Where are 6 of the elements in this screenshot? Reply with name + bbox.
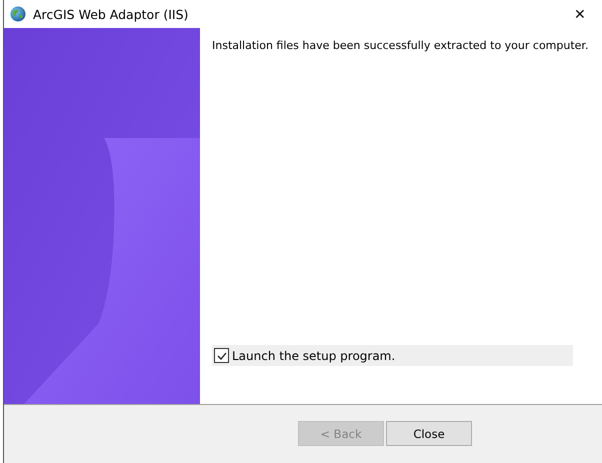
launch-checkbox[interactable]: Launch the setup program. [212,345,573,366]
message-text: Installation files have been successfully extracted to your computer. [212,39,590,52]
close-button[interactable]: ✕ [558,0,602,28]
close-dialog-button[interactable]: Close [386,421,472,446]
globe-icon [10,6,26,22]
window-title: ArcGIS Web Adaptor (IIS) [33,6,188,22]
